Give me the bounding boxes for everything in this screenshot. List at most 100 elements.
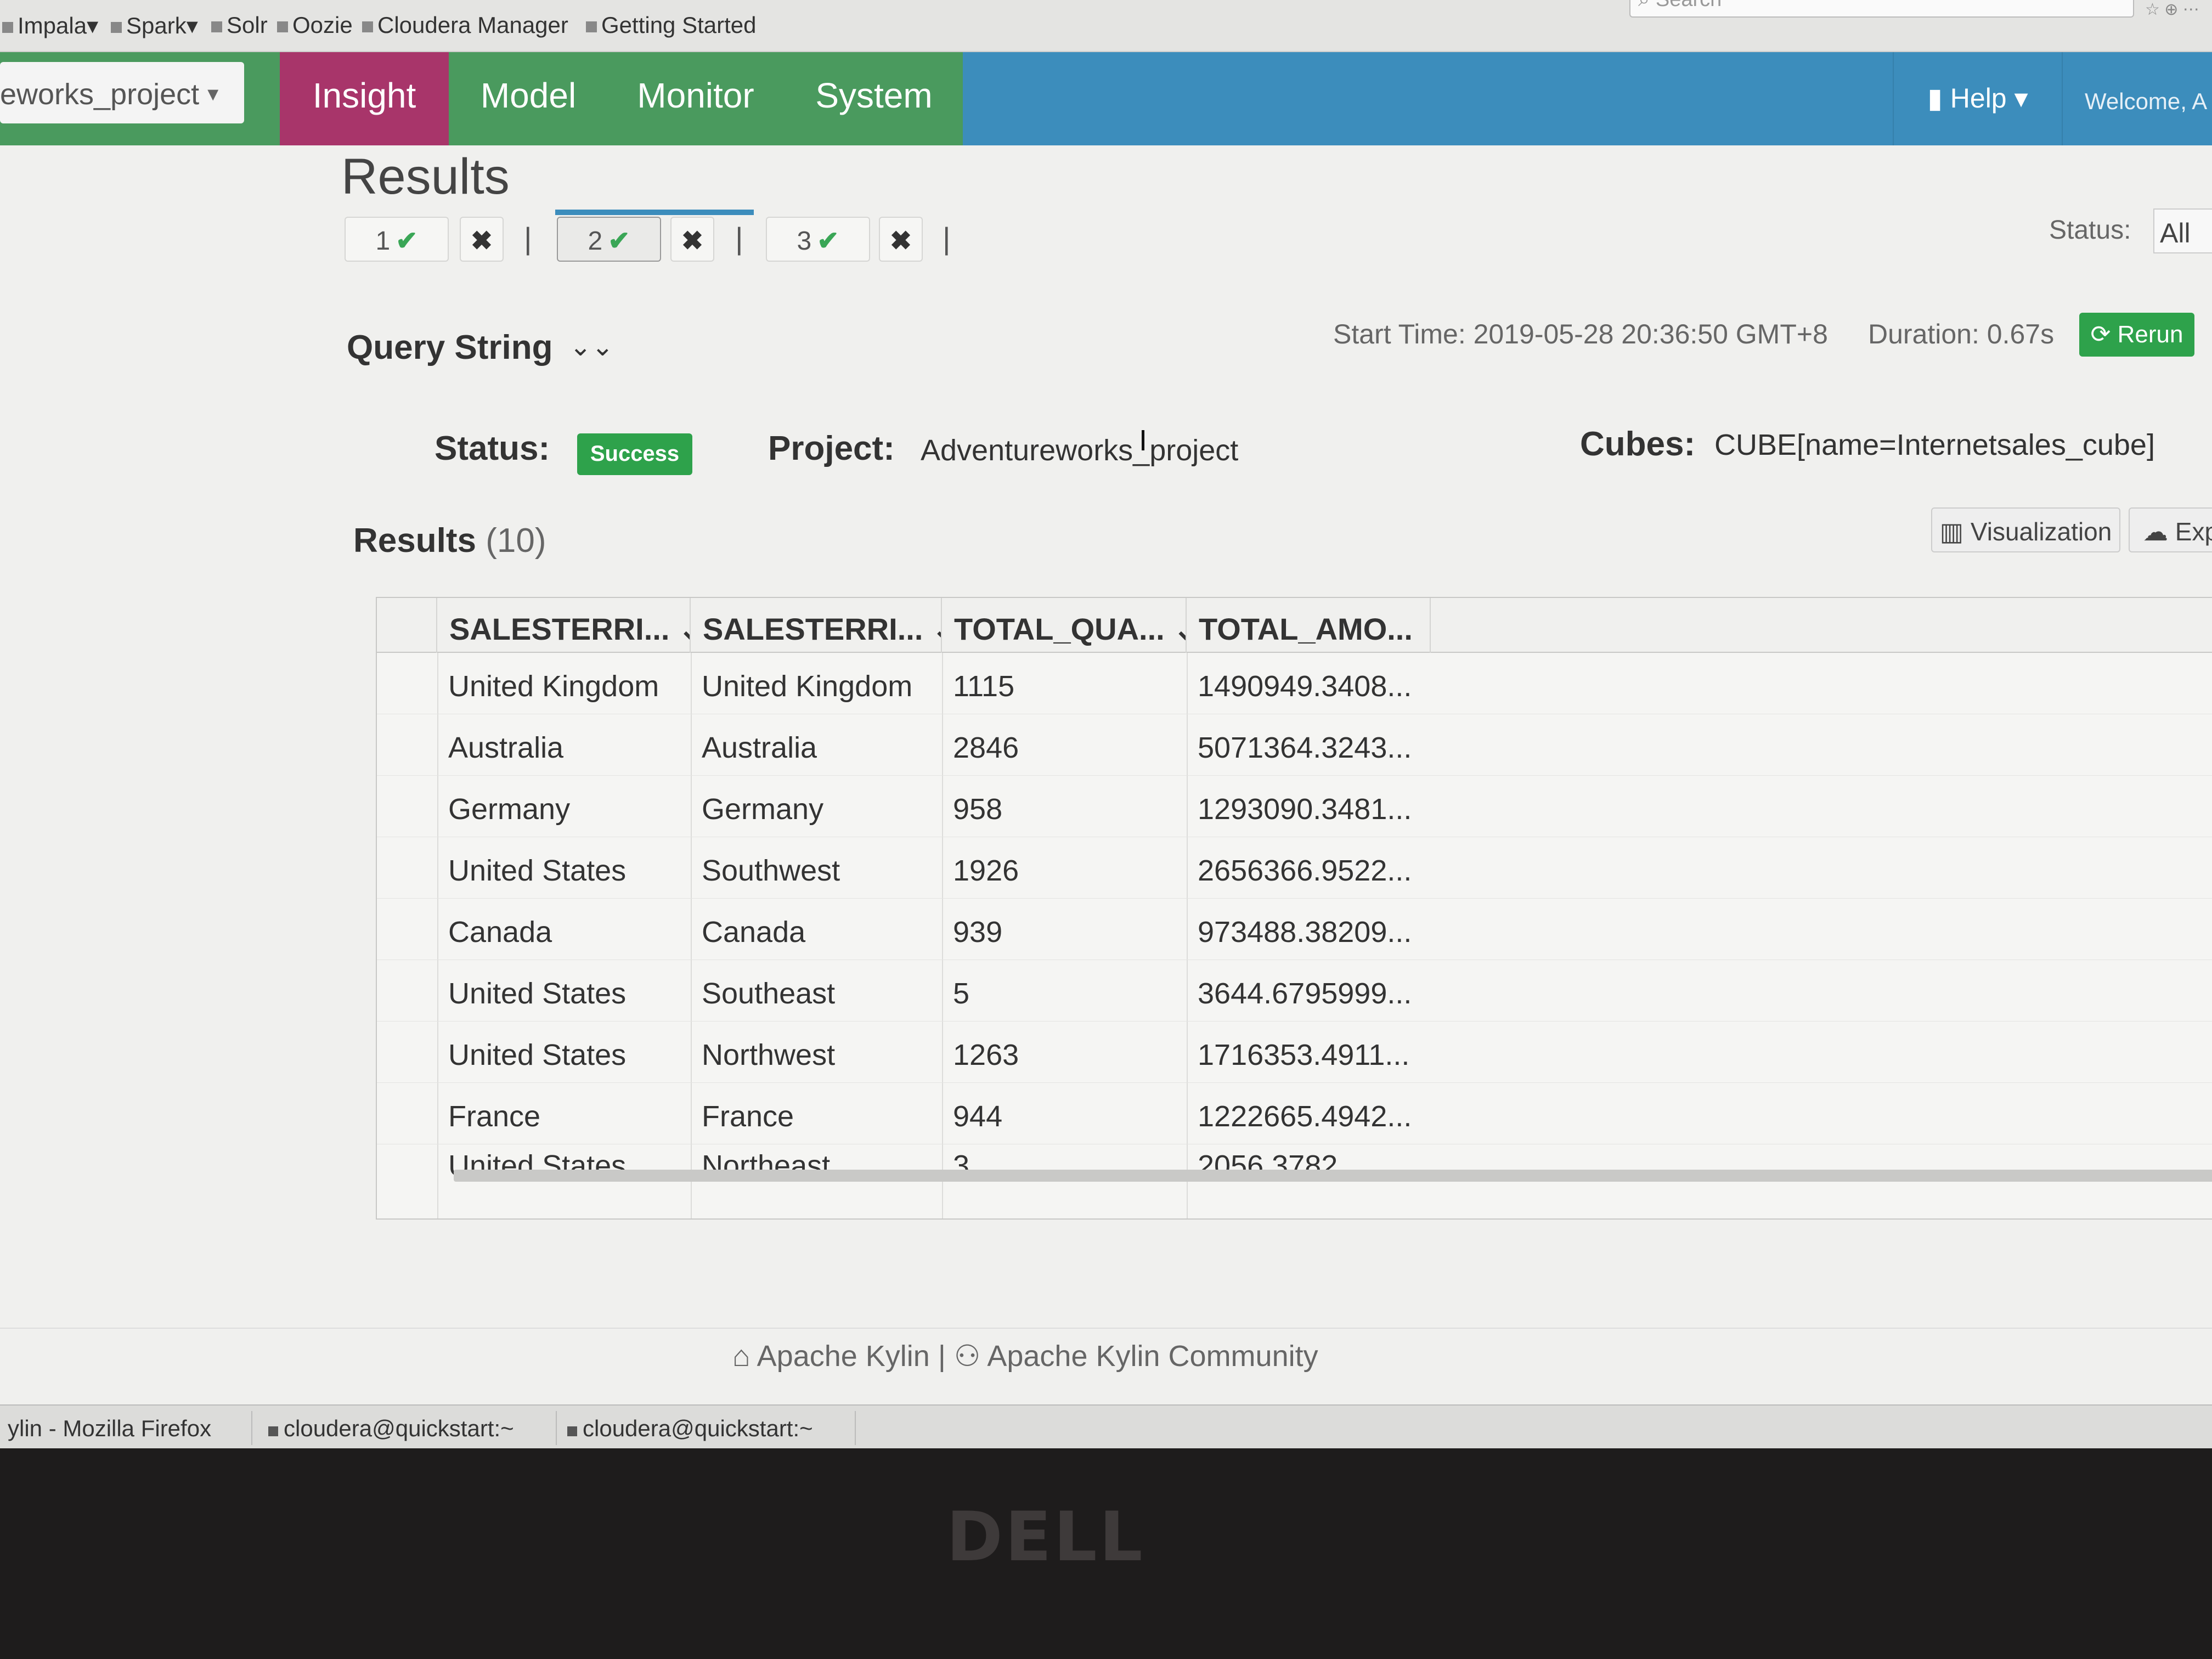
grid-header: SALESTERRI... ⌄ SALESTERRI... ⌄ TOTAL_QU…	[377, 598, 2212, 653]
dell-logo: DELL	[946, 1498, 1145, 1577]
chevron-down-icon: ⌄	[669, 612, 690, 646]
bookmark-spark[interactable]: Spark▾	[111, 12, 198, 39]
page-title: Results	[341, 149, 510, 205]
text-cursor-icon: I	[1139, 424, 1148, 457]
cell: 973488.38209...	[1198, 916, 1412, 949]
duration: Duration: 0.67s	[1868, 319, 2055, 349]
table-row[interactable]: France France 944 1222665.4942...	[377, 1083, 2212, 1144]
tab-monitor[interactable]: Monitor	[624, 52, 767, 145]
bookmark-icon	[362, 21, 373, 32]
close-icon: ✖	[681, 227, 704, 256]
query-tab-3[interactable]: 3 ✔	[766, 217, 870, 262]
tab-model[interactable]: Model	[465, 52, 591, 145]
table-row[interactable]: United States Southwest 1926 2656366.952…	[377, 837, 2212, 899]
browser-toolbar-icons[interactable]: ☆ ⊕ ⋯	[2145, 0, 2199, 19]
book-icon: ▮	[1927, 83, 1950, 114]
results-count: (10)	[486, 522, 546, 560]
check-icon: ✔	[608, 227, 630, 256]
close-query-tab-2[interactable]: ✖	[670, 217, 714, 262]
double-chevron-down-icon[interactable]: ⌄⌄	[569, 331, 613, 362]
cubes-label: Cubes:	[1580, 425, 1696, 463]
query-tab-1[interactable]: 1 ✔	[345, 217, 449, 262]
browser-search-input[interactable]: ⌕ Search	[1629, 0, 2134, 18]
status-filter-label: Status:	[2049, 216, 2131, 245]
query-string-heading[interactable]: Query String	[347, 328, 553, 367]
visualization-label: Visualization	[1970, 517, 2112, 546]
results-heading: Results (10)	[353, 522, 546, 560]
taskbar-item-terminal[interactable]: cloudera@quickstart:~	[261, 1411, 557, 1445]
bookmarks-bar: Impala▾ Spark▾ Solr Oozie Cloudera Manag…	[0, 0, 2212, 52]
welcome-user[interactable]: Welcome, A	[2085, 88, 2207, 115]
close-query-tab-1[interactable]: ✖	[460, 217, 504, 262]
visualization-button[interactable]: ▥ Visualization	[1931, 507, 2120, 552]
column-header[interactable]: TOTAL_QUA... ⌄	[942, 598, 1187, 653]
bookmark-solr[interactable]: Solr	[211, 12, 268, 38]
cell: Northwest	[702, 1039, 836, 1071]
cell: 939	[953, 916, 1003, 949]
cell: 1926	[953, 854, 1019, 887]
cell: France	[448, 1100, 541, 1133]
table-row[interactable]: Australia Australia 2846 5071364.3243...	[377, 714, 2212, 776]
cell: Germany	[448, 793, 571, 826]
bookmark-icon	[277, 21, 288, 32]
cell: 958	[953, 793, 1003, 826]
footer-divider	[0, 1328, 2212, 1329]
results-grid: SALESTERRI... ⌄ SALESTERRI... ⌄ TOTAL_QU…	[376, 597, 2212, 1220]
table-row[interactable]: Canada Canada 939 973488.38209...	[377, 899, 2212, 960]
project-select-value: eworks_project	[0, 78, 200, 111]
select-all-cell[interactable]	[377, 598, 437, 653]
bookmark-impala[interactable]: Impala▾	[2, 12, 98, 39]
project-value: Adventureworks_project	[921, 434, 1239, 467]
column-header[interactable]: SALESTERRI... ⌄	[437, 598, 691, 653]
bookmark-cloudera-manager[interactable]: Cloudera Manager	[362, 12, 568, 38]
apache-kylin-link[interactable]: Apache Kylin	[757, 1340, 930, 1373]
cell: United States	[448, 854, 627, 887]
status-badge: Success	[577, 433, 692, 475]
table-row[interactable]: United Kingdom United Kingdom 1115 14909…	[377, 653, 2212, 714]
bookmark-getting-started[interactable]: Getting Started	[586, 12, 757, 38]
tab-system[interactable]: System	[805, 52, 943, 145]
table-row[interactable]: Germany Germany 958 1293090.3481...	[377, 776, 2212, 837]
rerun-button[interactable]: ⟳ Rerun	[2079, 313, 2194, 357]
taskbar-item-terminal[interactable]: cloudera@quickstart:~	[560, 1411, 856, 1445]
taskbar-item-firefox[interactable]: ylin - Mozilla Firefox	[0, 1411, 252, 1445]
cell: 1490949.3408...	[1198, 670, 1412, 703]
cell: United Kingdom	[448, 670, 659, 703]
cell: Australia	[702, 731, 817, 764]
caret-down-icon: ▾	[2006, 83, 2028, 114]
chevron-down-icon: ⌄	[923, 612, 941, 646]
column-header[interactable]: SALESTERRI... ⌄	[691, 598, 942, 653]
tab-separator: |	[524, 221, 532, 256]
tab-insight[interactable]: Insight	[280, 52, 449, 145]
cell: 5	[953, 977, 970, 1010]
cell: Canada	[448, 916, 552, 949]
table-row[interactable]: United States Northwest 1263 1716353.491…	[377, 1022, 2212, 1083]
project-select[interactable]: eworks_project ▼	[0, 62, 244, 123]
bookmark-oozie[interactable]: Oozie	[277, 12, 353, 38]
table-row[interactable]: United States Southeast 5 3644.6795999..…	[377, 960, 2212, 1022]
table-row[interactable]: United States Northeast 3 2056.3782	[377, 1144, 2212, 1182]
close-icon: ✖	[470, 227, 493, 256]
folder-icon	[111, 21, 122, 33]
cell: 2656366.9522...	[1198, 854, 1412, 887]
cell: 1293090.3481...	[1198, 793, 1412, 826]
close-query-tab-3[interactable]: ✖	[879, 217, 923, 262]
cell: 2846	[953, 731, 1019, 764]
check-icon: ✔	[396, 227, 418, 256]
status-label: Status:	[435, 430, 550, 467]
cell: Southeast	[702, 977, 836, 1010]
cell: 1263	[953, 1039, 1019, 1071]
horizontal-scrollbar[interactable]	[454, 1170, 2212, 1182]
export-button[interactable]: ☁ Exp	[2129, 507, 2212, 552]
tab-separator: |	[735, 221, 743, 256]
terminal-icon	[268, 1426, 278, 1436]
check-icon: ✔	[817, 227, 839, 256]
cell: Germany	[702, 793, 824, 826]
status-filter-select[interactable]: All	[2153, 208, 2212, 253]
kylin-community-link[interactable]: Apache Kylin Community	[987, 1340, 1318, 1373]
cell: 1716353.4911...	[1198, 1039, 1410, 1071]
os-taskbar: ylin - Mozilla Firefox cloudera@quicksta…	[0, 1404, 2212, 1448]
query-tab-2[interactable]: 2 ✔	[557, 217, 661, 262]
column-header[interactable]: TOTAL_AMO...	[1187, 598, 1431, 653]
help-dropdown[interactable]: ▮ Help ▾	[1893, 52, 2063, 145]
